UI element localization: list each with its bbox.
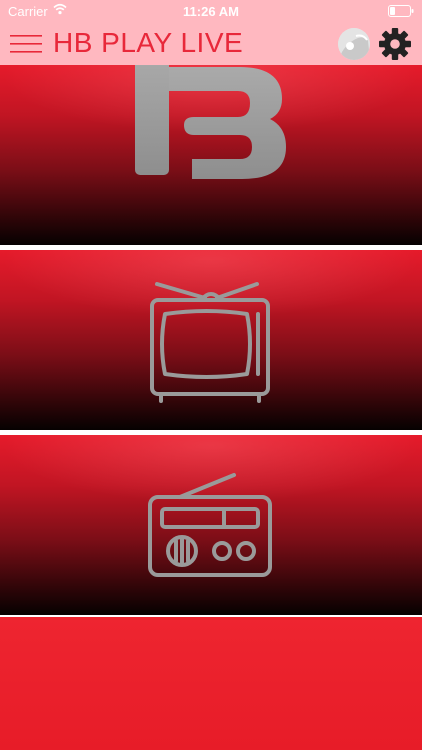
tv-icon <box>150 282 270 403</box>
tile-radio[interactable] <box>0 435 422 615</box>
avatar-icon[interactable] <box>338 28 370 60</box>
battery-icon <box>388 5 414 17</box>
app-title: HB PLAY LIVE <box>53 27 244 58</box>
tile-tv[interactable] <box>0 250 422 430</box>
status-bar: Carrier 11:26 AM <box>0 0 422 22</box>
tile-bottom[interactable] <box>0 617 422 750</box>
radio-icon <box>148 473 272 577</box>
hamburger-menu-icon[interactable] <box>10 30 42 58</box>
gear-icon[interactable] <box>378 27 412 61</box>
hb-logo-icon <box>135 65 286 179</box>
status-time: 11:26 AM <box>183 4 239 19</box>
nav-bar: HB PLAY LIVE <box>0 22 422 65</box>
tile-hb-home[interactable] <box>0 65 422 245</box>
